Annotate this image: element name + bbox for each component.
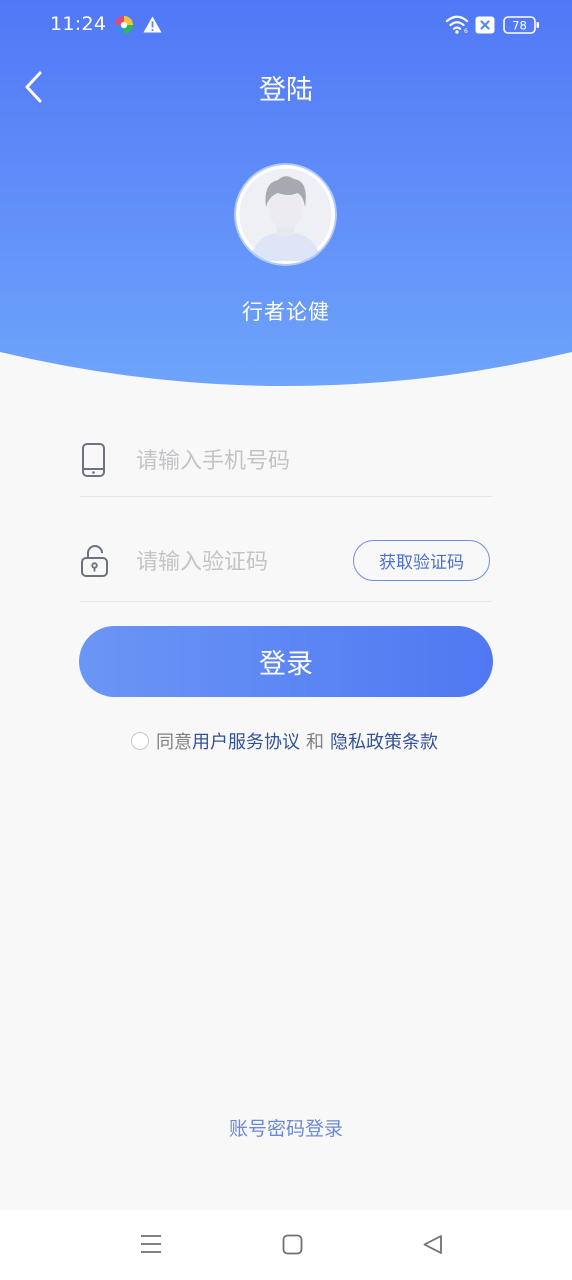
phone-divider (80, 496, 492, 497)
login-button[interactable]: 登录 (79, 626, 493, 697)
status-bar: 11:24 6 78 (0, 0, 572, 50)
privacy-link[interactable]: 隐私政策条款 (330, 728, 438, 754)
agreement-radio[interactable] (131, 732, 149, 750)
password-login-link[interactable]: 账号密码登录 (0, 1114, 572, 1141)
code-input[interactable] (136, 545, 341, 579)
phone-icon (82, 443, 105, 477)
agreement-conjunction: 和 (306, 732, 324, 753)
app-name: 行者论健 (242, 300, 330, 324)
home-square-icon[interactable] (282, 1234, 303, 1255)
battery-icon: 78 (503, 16, 539, 34)
code-divider (80, 601, 492, 602)
system-nav-bar (0, 1210, 572, 1280)
status-time: 11:24 (50, 13, 107, 35)
battery-level: 78 (512, 19, 527, 33)
agreement-row: 同意 用户服务协议 和 隐私政策条款 (131, 728, 438, 754)
terms-link[interactable]: 用户服务协议 (192, 728, 300, 754)
page-title: 登陆 (259, 75, 313, 106)
app-colorful-icon (115, 16, 133, 34)
default-avatar-icon (234, 163, 337, 266)
svg-text:6: 6 (464, 28, 468, 34)
wifi-icon: 6 (445, 15, 469, 34)
sim-off-icon (475, 16, 495, 34)
back-triangle-icon[interactable] (422, 1234, 443, 1255)
avatar[interactable] (234, 163, 337, 266)
menu-icon[interactable] (140, 1234, 162, 1254)
phone-input[interactable] (136, 444, 486, 478)
get-code-button[interactable]: 获取验证码 (353, 540, 490, 581)
warning-icon (143, 16, 162, 33)
agreement-prefix: 同意 (156, 732, 192, 753)
unlock-icon (81, 545, 108, 577)
